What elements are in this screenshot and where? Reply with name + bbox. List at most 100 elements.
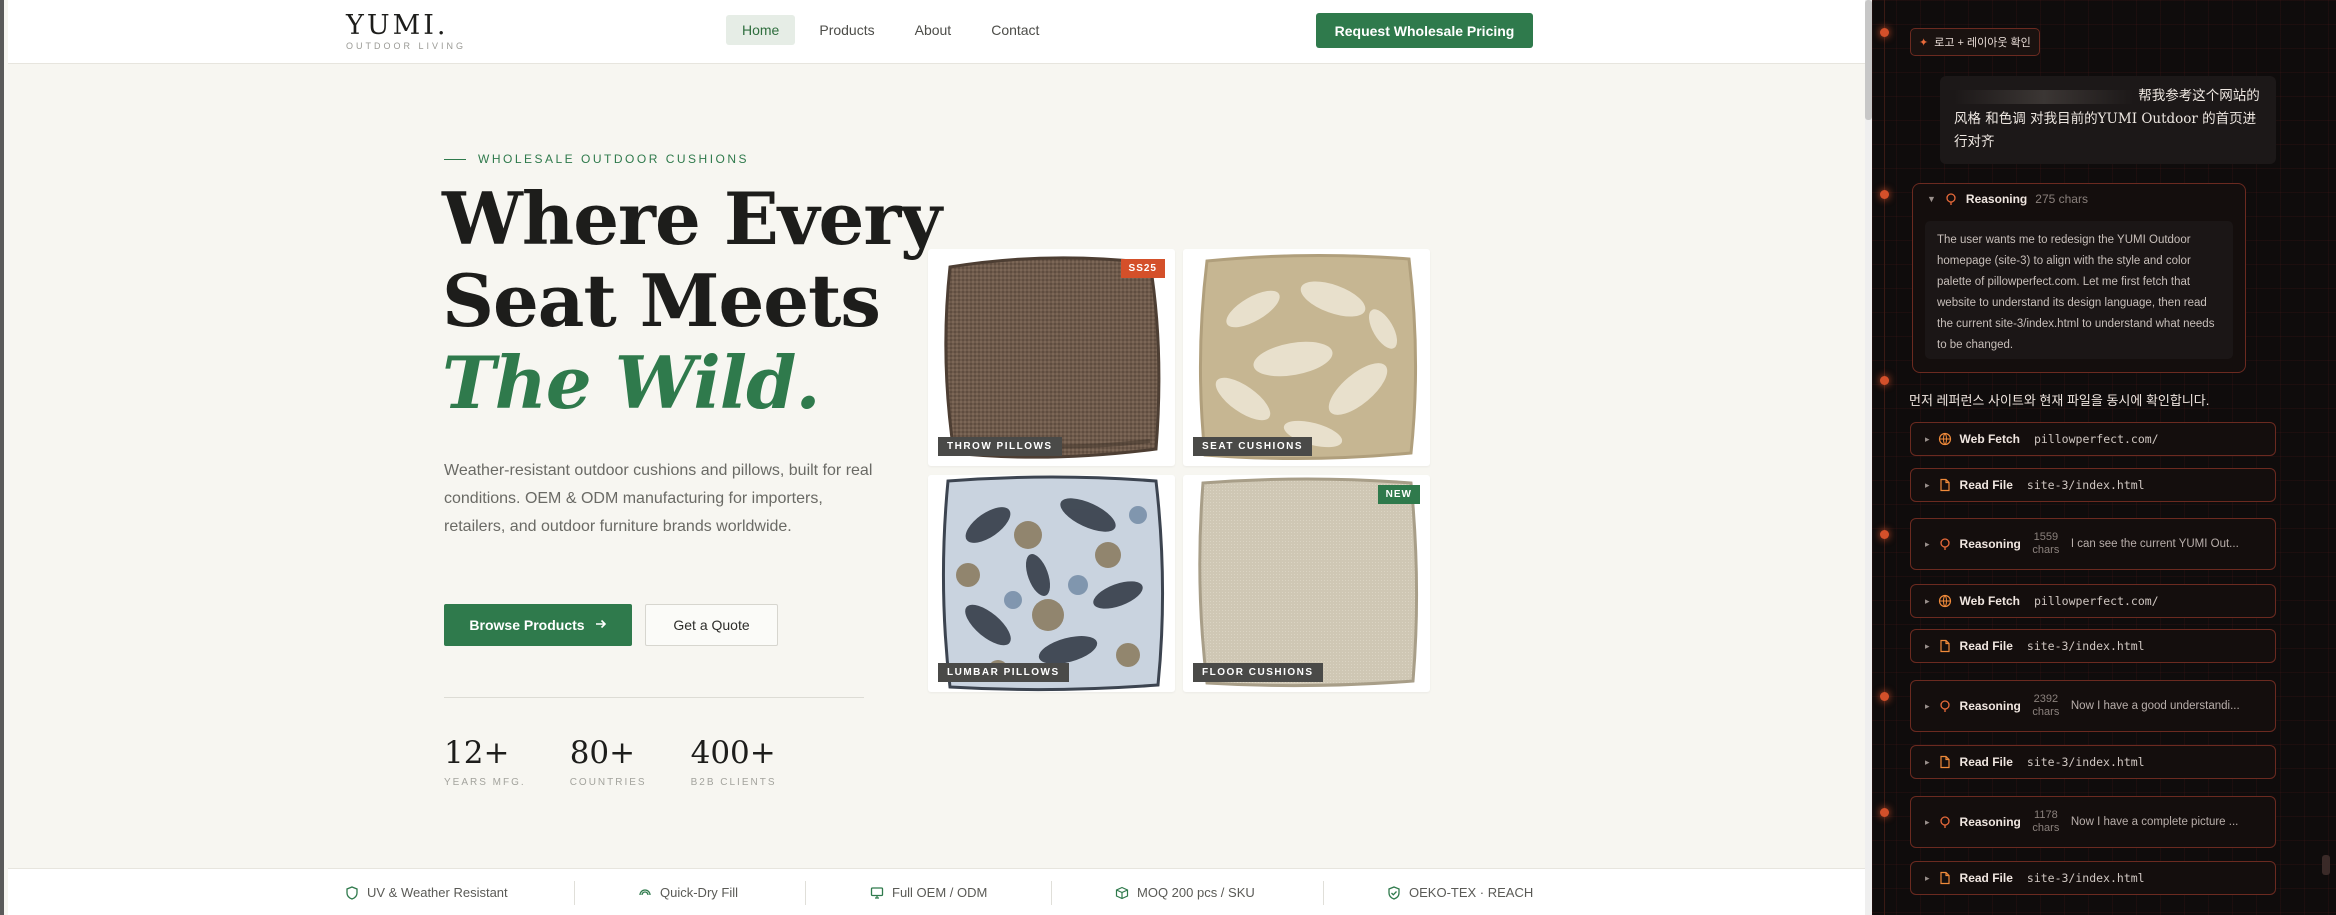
reasoning-header[interactable]: ▼ Reasoning 275 chars (1927, 192, 2088, 206)
feature-label: Quick-Dry Fill (660, 885, 738, 900)
file-icon (1939, 639, 1950, 653)
chevron-right-icon: ▸ (1925, 595, 1930, 606)
panel-scrollbar-thumb[interactable] (2322, 855, 2330, 875)
throw-pillow-image (944, 256, 1161, 459)
brain-icon (1939, 816, 1950, 828)
step-arg: pillowperfect.com/ (2033, 432, 2159, 446)
site-navbar: YUMI. OUTDOOR LIVING Home Products About… (8, 0, 1869, 64)
site-logo[interactable]: YUMI. OUTDOOR LIVING (346, 12, 466, 51)
product-card-lumbar[interactable]: LUMBAR PILLOWS (928, 475, 1175, 692)
step-label: Reasoning (1959, 699, 2021, 713)
step-web-fetch[interactable]: ▸ Web Fetch pillowperfect.com/ (1910, 584, 2276, 618)
chevron-right-icon: ▸ (1925, 433, 1930, 444)
feature-label: OEKO-TEX · REACH (1409, 885, 1534, 900)
timeline-dot (1880, 28, 1889, 37)
step-reasoning[interactable]: ▸ Reasoning 1559 chars I can see the cur… (1910, 518, 2276, 570)
step-label: Read File (1959, 871, 2013, 885)
product-card-seat[interactable]: SEAT CUSHIONS (1183, 249, 1430, 466)
chevron-right-icon: ▸ (1925, 872, 1930, 883)
timeline-rail (1884, 0, 1885, 915)
sparkle-icon: ✦ (1919, 36, 1929, 49)
brain-icon (1939, 538, 1950, 550)
step-read-file[interactable]: ▸ Read File site-3/index.html (1910, 629, 2276, 663)
step-snippet: I can see the current YUMI Out... (2070, 538, 2239, 550)
stat-label: YEARS MFG. (444, 777, 526, 788)
stat-label: B2B CLIENTS (690, 777, 777, 788)
stat-clients: 400+ B2B CLIENTS (691, 735, 777, 788)
stat-years: 12+ YEARS MFG. (444, 735, 526, 788)
timeline-dot (1880, 190, 1889, 199)
headline-line-2: Seat Meets (442, 258, 881, 343)
hero-lede: Weather-resistant outdoor cushions and p… (444, 462, 873, 535)
feature-separator (574, 881, 575, 905)
step-read-file[interactable]: ▸ Read File site-3/index.html (1910, 745, 2276, 779)
step-reasoning[interactable]: ▸ Reasoning 2392 chars Now I have a good… (1910, 680, 2276, 732)
product-tag: THROW PILLOWS (938, 437, 1062, 456)
stat-value: 400+ (690, 735, 776, 771)
product-grid: SS25 THROW PILLOWS SEAT CUSHIONS LUMBAR … (928, 249, 1430, 692)
brain-icon (1946, 193, 1956, 205)
step-snippet: Now I have a good understandi... (2070, 700, 2240, 712)
feature-label: UV & Weather Resistant (367, 885, 508, 900)
get-quote-button[interactable]: Get a Quote (645, 604, 778, 646)
lumbar-pillow-image (941, 475, 1165, 692)
nav-links: Home Products About Contact (726, 15, 1055, 45)
site-scrollbar-track[interactable] (1865, 0, 1872, 915)
step-read-file[interactable]: ▸ Read File site-3/index.html (1910, 861, 2276, 895)
step-label: Web Fetch (1959, 594, 2020, 608)
brain-icon (1939, 700, 1950, 712)
redacted-link (1954, 89, 2134, 104)
step-label: Read File (1959, 639, 2013, 653)
timeline-dot (1880, 692, 1889, 701)
nav-contact[interactable]: Contact (975, 15, 1055, 45)
step-arg: site-3/index.html (2026, 755, 2145, 769)
site-scrollbar-thumb[interactable] (1865, 0, 1872, 120)
product-tag: SEAT CUSHIONS (1193, 437, 1312, 456)
step-read-file[interactable]: ▸ Read File site-3/index.html (1910, 468, 2276, 502)
reasoning-expanded[interactable]: ▼ Reasoning 275 chars The user wants me … (1912, 183, 2246, 373)
site-preview: YUMI. OUTDOOR LIVING Home Products About… (0, 0, 1869, 915)
step-web-fetch[interactable]: ▸ Web Fetch pillowperfect.com/ (1910, 422, 2276, 456)
step-label: Reasoning (1959, 537, 2021, 551)
hero-headline: Where Every Seat Meets The Wild. (442, 178, 942, 425)
nav-products[interactable]: Products (803, 15, 890, 45)
feature-label: Full OEM / ODM (892, 885, 988, 900)
feature-separator (805, 881, 806, 905)
browse-products-label: Browse Products (469, 617, 585, 633)
file-icon (1939, 871, 1950, 885)
chevron-right-icon: ▸ (1925, 700, 1930, 711)
file-icon (1939, 755, 1950, 769)
floor-cushion-image (1198, 477, 1419, 688)
step-count: 1559 chars (2032, 531, 2060, 556)
feature-uv: UV & Weather Resistant (345, 885, 508, 900)
shield-icon (346, 885, 358, 900)
monitor-icon (870, 886, 884, 899)
user-message: 帮我参考这个网站的风格 和色调 对我目前的YUMI Outdoor 的首页进行对… (1940, 76, 2276, 164)
chevron-right-icon: ▸ (1925, 538, 1930, 549)
check-shield-icon (1388, 885, 1400, 900)
wholesale-pricing-button[interactable]: Request Wholesale Pricing (1316, 13, 1533, 48)
stats-row: 12+ YEARS MFG. 80+ COUNTRIES 400+ B2B CL… (444, 735, 821, 788)
feature-label: MOQ 200 pcs / SKU (1137, 885, 1255, 900)
reasoning-label: Reasoning (1965, 192, 2028, 206)
product-badge: SS25 (1120, 259, 1165, 278)
stat-countries: 80+ COUNTRIES (570, 735, 647, 788)
step-count: 2392 chars (2032, 693, 2060, 718)
nav-about[interactable]: About (899, 15, 968, 45)
hero-eyebrow: WHOLESALE OUTDOOR CUSHIONS (444, 152, 749, 166)
headline-accent: The Wild. (442, 340, 821, 425)
step-label: Read File (1959, 755, 2013, 769)
timeline-dot (1880, 530, 1889, 539)
feature-moq: MOQ 200 pcs / SKU (1115, 885, 1255, 900)
step-reasoning[interactable]: ▸ Reasoning 1178 chars Now I have a comp… (1910, 796, 2276, 848)
feature-oem: Full OEM / ODM (870, 885, 987, 900)
stat-value: 12+ (444, 735, 510, 771)
product-card-throw[interactable]: SS25 THROW PILLOWS (928, 249, 1175, 466)
stat-label: COUNTRIES (569, 777, 647, 788)
nav-home[interactable]: Home (726, 15, 796, 45)
status-pill[interactable]: ✦ 로고 + 레이아웃 확인 (1910, 28, 2040, 56)
product-card-floor[interactable]: NEW FLOOR CUSHIONS (1183, 475, 1430, 692)
feature-separator (1051, 881, 1052, 905)
step-arg: site-3/index.html (2026, 639, 2145, 653)
browse-products-button[interactable]: Browse Products (444, 604, 632, 646)
